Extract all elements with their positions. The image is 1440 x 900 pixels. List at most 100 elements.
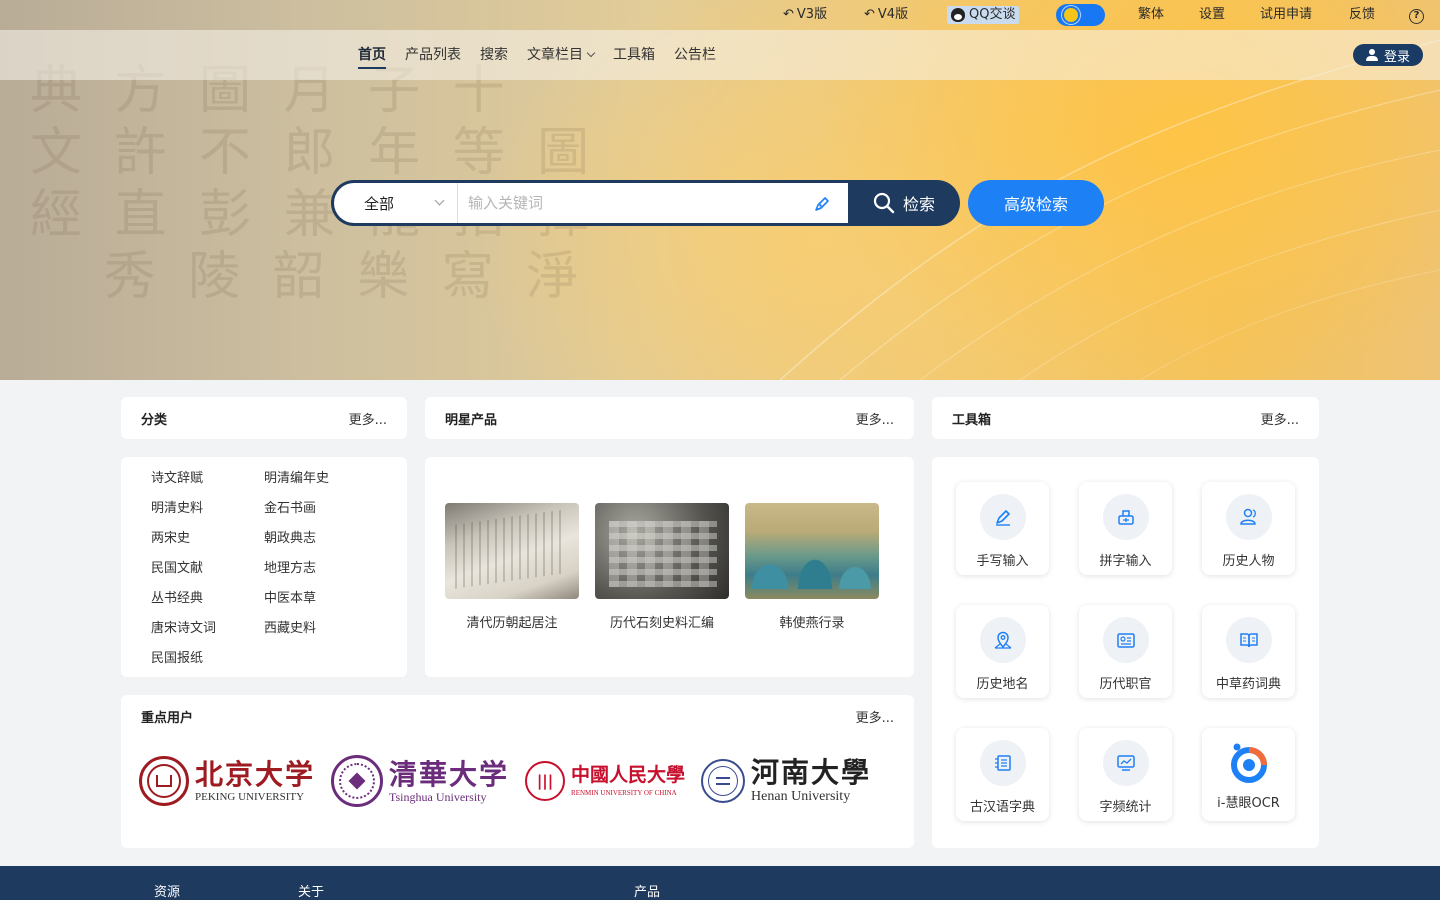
university-logos: 北京大学 PEKING UNIVERSITY 清華大学 Tsinghua Uni… — [139, 755, 871, 807]
footer-resources[interactable]: 资源 — [154, 881, 180, 900]
toolbox-title: 工具箱 — [952, 412, 992, 428]
peking-university-logo[interactable]: 北京大学 PEKING UNIVERSITY — [139, 756, 315, 806]
tsinghua-university-logo[interactable]: 清華大学 Tsinghua University — [331, 755, 509, 807]
tool-official-titles[interactable]: 历代职官 — [1079, 605, 1172, 698]
product-card[interactable]: 历代石刻史料汇编 — [595, 503, 729, 631]
peking-seal-icon — [139, 756, 189, 806]
tool-herbal-dictionary[interactable]: 中草药词典 — [1202, 605, 1295, 698]
tool-ocr[interactable]: i-慧眼OCR — [1202, 728, 1295, 821]
search-input[interactable] — [468, 189, 798, 217]
traditional-chinese-link[interactable]: 繁体 — [1138, 6, 1164, 24]
qq-penguin-icon — [951, 8, 965, 22]
help-button[interactable]: ? — [1409, 6, 1424, 24]
trial-application-link[interactable]: 试用申请 — [1260, 6, 1312, 24]
categories-more-link[interactable]: 更多... — [349, 409, 387, 428]
chevron-down-icon — [434, 195, 445, 206]
main-nav-bar: 首页 产品列表 搜索 文章栏目 工具箱 公告栏 — [0, 30, 1440, 80]
main-nav: 首页 产品列表 搜索 文章栏目 工具箱 公告栏 — [358, 30, 735, 80]
tab-search[interactable]: 搜索 — [480, 30, 508, 80]
utility-bar: ↶ V3版 ↶ V4版 QQ交谈 繁体 设置 试用申请 反馈 ? — [0, 0, 1440, 30]
star-products-more-link[interactable]: 更多... — [856, 409, 894, 428]
category-item[interactable]: 两宋史 — [151, 529, 264, 549]
advanced-search-button[interactable]: 高级检索 — [968, 180, 1104, 226]
feedback-link[interactable]: 反馈 — [1349, 6, 1375, 24]
categories-header: 分类 更多... — [121, 397, 407, 439]
product-list: 清代历朝起居注 历代石刻史料汇编 韩使燕行录 — [445, 503, 879, 631]
tsinghua-seal-icon — [331, 755, 384, 807]
category-item[interactable]: 中医本草 — [264, 589, 377, 609]
search-bar: 全部 检索 — [331, 180, 960, 226]
toolbox-panel: 手写输入 拼字输入 历史人物 历史地名 历代职官 中草药词典 古汉语字典 字频统… — [932, 457, 1319, 848]
help-icon: ? — [1409, 9, 1424, 24]
star-products-title: 明星产品 — [445, 412, 498, 428]
category-item[interactable]: 金石书画 — [264, 499, 377, 519]
key-users-title: 重点用户 — [141, 710, 194, 726]
renmin-university-logo[interactable]: ||| 中國人民大學 RENMIN UNIVERSITY OF CHINA — [525, 761, 685, 801]
product-name: 历代石刻史料汇编 — [609, 616, 714, 631]
tool-historical-figures[interactable]: 历史人物 — [1202, 482, 1295, 575]
tab-toolbox[interactable]: 工具箱 — [613, 30, 655, 80]
handwriting-pen-icon — [995, 510, 1010, 526]
category-item[interactable]: 朝政典志 — [264, 529, 377, 549]
open-book-icon — [1239, 633, 1258, 648]
categories-title: 分类 — [141, 412, 168, 428]
undo-arrow-icon: ↶ — [864, 7, 875, 22]
search-button[interactable]: 检索 — [848, 180, 960, 226]
henan-university-logo[interactable]: 河南大學 Henan University — [701, 757, 871, 805]
category-item[interactable]: 明清史料 — [151, 499, 264, 519]
tool-pinzi-input[interactable]: 拼字输入 — [1079, 482, 1172, 575]
category-item[interactable]: 地理方志 — [264, 559, 377, 579]
product-thumbnail — [445, 503, 579, 599]
category-item[interactable]: 民国文献 — [151, 559, 264, 579]
tool-handwriting-input[interactable]: 手写输入 — [956, 482, 1049, 575]
henan-seal-icon — [701, 759, 746, 803]
category-item[interactable]: 西藏史料 — [264, 619, 377, 639]
category-item[interactable]: 明清编年史 — [264, 469, 377, 489]
chevron-down-icon — [586, 48, 596, 58]
category-item[interactable]: 唐宋诗文词 — [151, 619, 264, 639]
handwriting-pen-icon[interactable] — [812, 194, 832, 214]
theme-toggle[interactable] — [1056, 4, 1105, 26]
category-item[interactable]: 民国报纸 — [151, 649, 264, 669]
toolbox-header: 工具箱 更多... — [932, 397, 1319, 439]
categories-panel: 诗文辞赋 明清编年史 明清史料 金石书画 两宋史 朝政典志 民国文献 地理方志 … — [121, 457, 407, 677]
tool-grid: 手写输入 拼字输入 历史人物 历史地名 历代职官 中草药词典 古汉语字典 字频统… — [956, 482, 1295, 821]
search-icon — [873, 192, 895, 214]
category-item[interactable]: 诗文辞赋 — [151, 469, 264, 489]
settings-link[interactable]: 设置 — [1199, 6, 1225, 24]
product-thumbnail — [745, 503, 879, 599]
dictionary-icon — [994, 755, 1011, 771]
search-scope-select[interactable]: 全部 — [334, 183, 458, 223]
id-card-icon — [1116, 633, 1135, 648]
search-field-container: 全部 — [334, 183, 848, 223]
key-users-panel: 重点用户 更多... 北京大学 PEKING UNIVERSITY 清華大学 T… — [121, 695, 914, 848]
v4-link[interactable]: ↶ V4版 — [864, 6, 908, 24]
tool-character-frequency[interactable]: 字频统计 — [1079, 728, 1172, 821]
key-users-more-link[interactable]: 更多... — [856, 707, 894, 726]
tool-historical-places[interactable]: 历史地名 — [956, 605, 1049, 698]
product-card[interactable]: 韩使燕行录 — [745, 503, 879, 631]
category-list: 诗文辞赋 明清编年史 明清史料 金石书画 两宋史 朝政典志 民国文献 地理方志 … — [151, 469, 377, 669]
footer-about[interactable]: 关于 — [298, 881, 324, 900]
footer-products[interactable]: 产品 — [634, 881, 660, 900]
category-item[interactable]: 丛书经典 — [151, 589, 264, 609]
character-compose-icon — [1117, 510, 1134, 525]
login-button[interactable]: 登录 — [1353, 44, 1423, 66]
product-thumbnail — [595, 503, 729, 599]
toolbox-more-link[interactable]: 更多... — [1261, 409, 1299, 428]
tool-classical-chinese-dictionary[interactable]: 古汉语字典 — [956, 728, 1049, 821]
tab-home[interactable]: 首页 — [358, 30, 386, 80]
qq-chat-button[interactable]: QQ交谈 — [947, 6, 1020, 24]
tab-article-columns[interactable]: 文章栏目 — [527, 30, 596, 80]
v3-link[interactable]: ↶ V3版 — [783, 6, 827, 24]
ocr-logo-icon — [1230, 743, 1267, 783]
monitor-chart-icon — [1116, 755, 1135, 771]
footer: 资源 关于 产品 — [0, 866, 1440, 900]
star-products-header: 明星产品 更多... — [425, 397, 914, 439]
people-icon — [1239, 508, 1256, 525]
product-name: 清代历朝起居注 — [466, 616, 558, 631]
tab-product-list[interactable]: 产品列表 — [405, 30, 461, 80]
tab-announcements[interactable]: 公告栏 — [674, 30, 716, 80]
product-card[interactable]: 清代历朝起居注 — [445, 503, 579, 631]
product-name: 韩使燕行录 — [779, 616, 845, 631]
